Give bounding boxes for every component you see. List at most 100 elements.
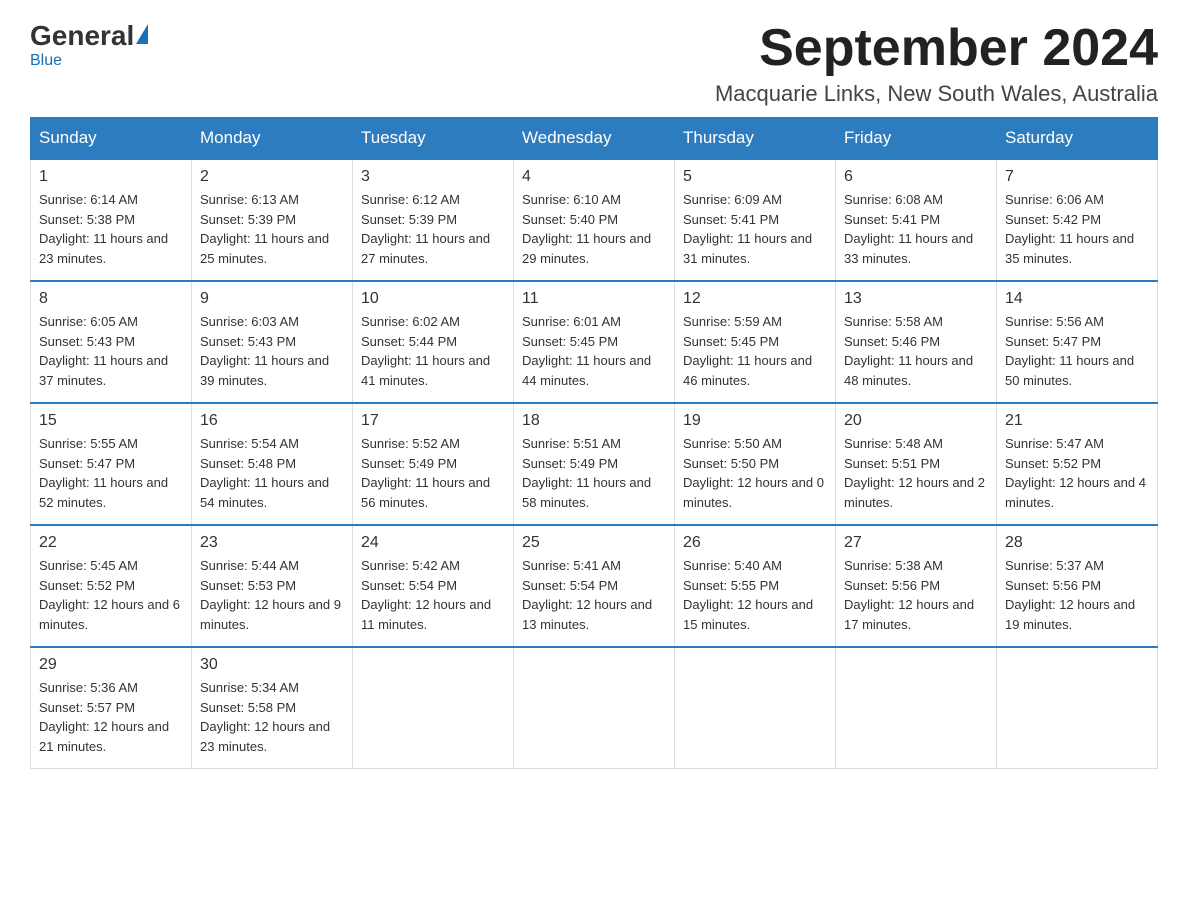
- day-info: Sunrise: 5:38 AMSunset: 5:56 PMDaylight:…: [844, 556, 988, 634]
- calendar-cell: 1 Sunrise: 6:14 AMSunset: 5:38 PMDaylight…: [31, 159, 192, 281]
- logo: General Blue: [30, 20, 148, 70]
- day-number: 9: [200, 290, 344, 308]
- day-info: Sunrise: 6:12 AMSunset: 5:39 PMDaylight:…: [361, 190, 505, 268]
- logo-triangle-icon: [136, 24, 148, 44]
- day-number: 20: [844, 412, 988, 430]
- column-header-monday: Monday: [192, 118, 353, 160]
- day-number: 7: [1005, 168, 1149, 186]
- day-info: Sunrise: 5:42 AMSunset: 5:54 PMDaylight:…: [361, 556, 505, 634]
- day-info: Sunrise: 5:41 AMSunset: 5:54 PMDaylight:…: [522, 556, 666, 634]
- calendar-cell: [836, 647, 997, 769]
- day-number: 28: [1005, 534, 1149, 552]
- calendar-cell: 25 Sunrise: 5:41 AMSunset: 5:54 PMDayligh…: [514, 525, 675, 647]
- day-number: 10: [361, 290, 505, 308]
- calendar-cell: 15 Sunrise: 5:55 AMSunset: 5:47 PMDayligh…: [31, 403, 192, 525]
- month-title: September 2024: [715, 20, 1158, 77]
- day-info: Sunrise: 5:55 AMSunset: 5:47 PMDaylight:…: [39, 434, 183, 512]
- day-number: 23: [200, 534, 344, 552]
- calendar-cell: 12 Sunrise: 5:59 AMSunset: 5:45 PMDayligh…: [675, 281, 836, 403]
- day-number: 8: [39, 290, 183, 308]
- calendar-cell: 9 Sunrise: 6:03 AMSunset: 5:43 PMDaylight…: [192, 281, 353, 403]
- calendar-week-row: 1 Sunrise: 6:14 AMSunset: 5:38 PMDaylight…: [31, 159, 1158, 281]
- day-info: Sunrise: 6:08 AMSunset: 5:41 PMDaylight:…: [844, 190, 988, 268]
- calendar-cell: 6 Sunrise: 6:08 AMSunset: 5:41 PMDaylight…: [836, 159, 997, 281]
- day-info: Sunrise: 5:45 AMSunset: 5:52 PMDaylight:…: [39, 556, 183, 634]
- calendar-cell: 11 Sunrise: 6:01 AMSunset: 5:45 PMDayligh…: [514, 281, 675, 403]
- day-number: 14: [1005, 290, 1149, 308]
- day-info: Sunrise: 6:01 AMSunset: 5:45 PMDaylight:…: [522, 312, 666, 390]
- calendar-week-row: 8 Sunrise: 6:05 AMSunset: 5:43 PMDaylight…: [31, 281, 1158, 403]
- calendar-cell: 24 Sunrise: 5:42 AMSunset: 5:54 PMDayligh…: [353, 525, 514, 647]
- day-info: Sunrise: 5:51 AMSunset: 5:49 PMDaylight:…: [522, 434, 666, 512]
- day-number: 27: [844, 534, 988, 552]
- calendar-week-row: 22Sunrise: 5:45 AMSunset: 5:52 PMDayligh…: [31, 525, 1158, 647]
- day-number: 4: [522, 168, 666, 186]
- calendar-cell: [997, 647, 1158, 769]
- day-number: 16: [200, 412, 344, 430]
- day-info: Sunrise: 5:40 AMSunset: 5:55 PMDaylight:…: [683, 556, 827, 634]
- calendar-cell: 10Sunrise: 6:02 AMSunset: 5:44 PMDayligh…: [353, 281, 514, 403]
- calendar-cell: 3 Sunrise: 6:12 AMSunset: 5:39 PMDaylight…: [353, 159, 514, 281]
- day-number: 1: [39, 168, 183, 186]
- day-number: 26: [683, 534, 827, 552]
- calendar-cell: [675, 647, 836, 769]
- day-info: Sunrise: 6:05 AMSunset: 5:43 PMDaylight:…: [39, 312, 183, 390]
- day-number: 29: [39, 656, 183, 674]
- day-info: Sunrise: 5:59 AMSunset: 5:45 PMDaylight:…: [683, 312, 827, 390]
- day-number: 21: [1005, 412, 1149, 430]
- calendar-cell: 14Sunrise: 5:56 AMSunset: 5:47 PMDayligh…: [997, 281, 1158, 403]
- calendar-cell: 4 Sunrise: 6:10 AMSunset: 5:40 PMDaylight…: [514, 159, 675, 281]
- day-info: Sunrise: 6:10 AMSunset: 5:40 PMDaylight:…: [522, 190, 666, 268]
- day-info: Sunrise: 5:48 AMSunset: 5:51 PMDaylight:…: [844, 434, 988, 512]
- day-number: 12: [683, 290, 827, 308]
- column-header-saturday: Saturday: [997, 118, 1158, 160]
- column-header-tuesday: Tuesday: [353, 118, 514, 160]
- calendar-cell: 19 Sunrise: 5:50 AMSunset: 5:50 PMDayligh…: [675, 403, 836, 525]
- day-number: 17: [361, 412, 505, 430]
- calendar-cell: 20 Sunrise: 5:48 AMSunset: 5:51 PMDayligh…: [836, 403, 997, 525]
- title-area: September 2024 Macquarie Links, New Sout…: [715, 20, 1158, 107]
- calendar-cell: 18Sunrise: 5:51 AMSunset: 5:49 PMDayligh…: [514, 403, 675, 525]
- calendar-cell: 23 Sunrise: 5:44 AMSunset: 5:53 PMDayligh…: [192, 525, 353, 647]
- day-number: 2: [200, 168, 344, 186]
- day-info: Sunrise: 5:52 AMSunset: 5:49 PMDaylight:…: [361, 434, 505, 512]
- day-number: 13: [844, 290, 988, 308]
- calendar-cell: 7 Sunrise: 6:06 AMSunset: 5:42 PMDaylight…: [997, 159, 1158, 281]
- calendar-week-row: 29 Sunrise: 5:36 AMSunset: 5:57 PMDayligh…: [31, 647, 1158, 769]
- day-info: Sunrise: 5:50 AMSunset: 5:50 PMDaylight:…: [683, 434, 827, 512]
- day-info: Sunrise: 5:37 AMSunset: 5:56 PMDaylight:…: [1005, 556, 1149, 634]
- day-info: Sunrise: 5:44 AMSunset: 5:53 PMDaylight:…: [200, 556, 344, 634]
- day-info: Sunrise: 5:36 AMSunset: 5:57 PMDaylight:…: [39, 678, 183, 756]
- day-info: Sunrise: 5:47 AMSunset: 5:52 PMDaylight:…: [1005, 434, 1149, 512]
- calendar-cell: 16Sunrise: 5:54 AMSunset: 5:48 PMDayligh…: [192, 403, 353, 525]
- column-header-wednesday: Wednesday: [514, 118, 675, 160]
- calendar-cell: 22Sunrise: 5:45 AMSunset: 5:52 PMDayligh…: [31, 525, 192, 647]
- location-title: Macquarie Links, New South Wales, Austra…: [715, 81, 1158, 107]
- day-info: Sunrise: 5:58 AMSunset: 5:46 PMDaylight:…: [844, 312, 988, 390]
- calendar-header-row: SundayMondayTuesdayWednesdayThursdayFrid…: [31, 118, 1158, 160]
- day-info: Sunrise: 6:14 AMSunset: 5:38 PMDaylight:…: [39, 190, 183, 268]
- day-number: 11: [522, 290, 666, 308]
- day-number: 19: [683, 412, 827, 430]
- logo-blue-text: Blue: [30, 52, 62, 70]
- calendar-cell: 28 Sunrise: 5:37 AMSunset: 5:56 PMDayligh…: [997, 525, 1158, 647]
- calendar-cell: [514, 647, 675, 769]
- calendar-table: SundayMondayTuesdayWednesdayThursdayFrid…: [30, 117, 1158, 769]
- column-header-sunday: Sunday: [31, 118, 192, 160]
- day-number: 25: [522, 534, 666, 552]
- day-number: 24: [361, 534, 505, 552]
- calendar-cell: 2 Sunrise: 6:13 AMSunset: 5:39 PMDaylight…: [192, 159, 353, 281]
- day-info: Sunrise: 6:06 AMSunset: 5:42 PMDaylight:…: [1005, 190, 1149, 268]
- day-number: 6: [844, 168, 988, 186]
- day-info: Sunrise: 6:13 AMSunset: 5:39 PMDaylight:…: [200, 190, 344, 268]
- calendar-week-row: 15 Sunrise: 5:55 AMSunset: 5:47 PMDayligh…: [31, 403, 1158, 525]
- column-header-friday: Friday: [836, 118, 997, 160]
- page-header: General Blue September 2024 Macquarie Li…: [30, 20, 1158, 107]
- calendar-cell: 26 Sunrise: 5:40 AMSunset: 5:55 PMDayligh…: [675, 525, 836, 647]
- day-number: 15: [39, 412, 183, 430]
- day-number: 3: [361, 168, 505, 186]
- day-info: Sunrise: 6:09 AMSunset: 5:41 PMDaylight:…: [683, 190, 827, 268]
- calendar-cell: 13 Sunrise: 5:58 AMSunset: 5:46 PMDayligh…: [836, 281, 997, 403]
- day-info: Sunrise: 6:03 AMSunset: 5:43 PMDaylight:…: [200, 312, 344, 390]
- calendar-cell: 29 Sunrise: 5:36 AMSunset: 5:57 PMDayligh…: [31, 647, 192, 769]
